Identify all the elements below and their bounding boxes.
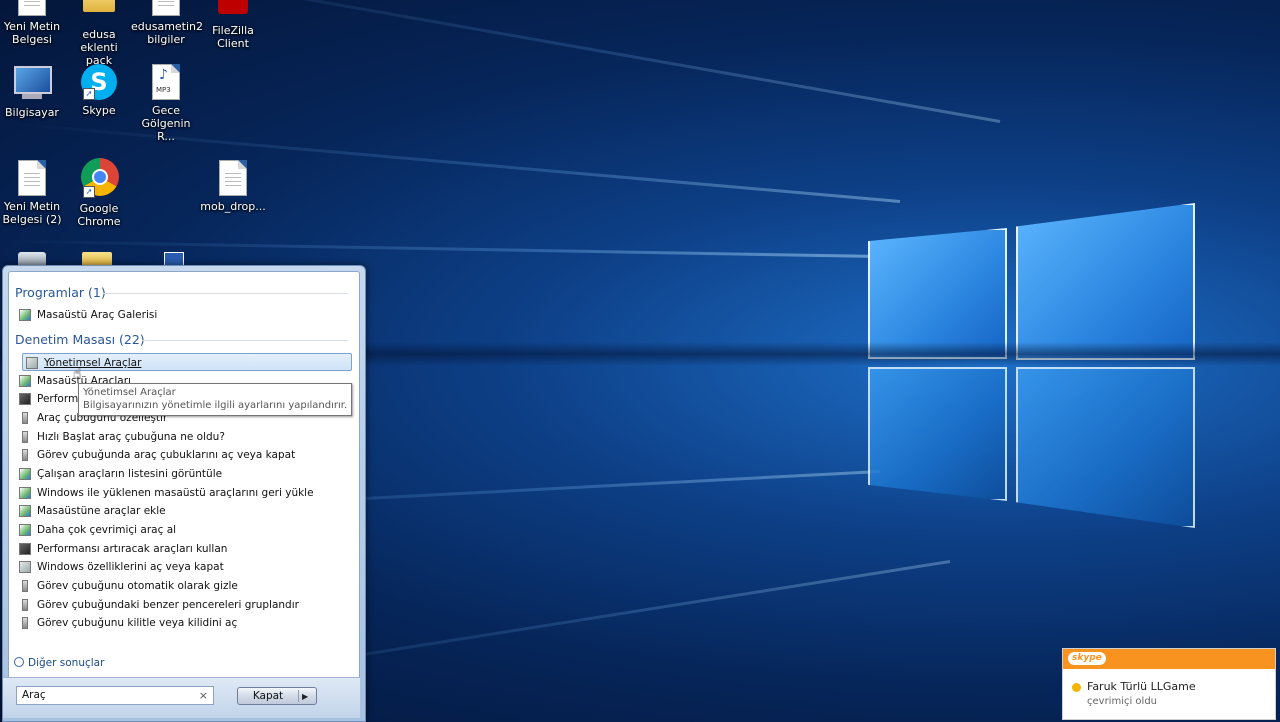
result-program[interactable]: Masaüstü Araç Galerisi (16, 306, 346, 324)
notification-header: skype (1063, 649, 1275, 669)
skype-icon: S ➚ (81, 64, 117, 100)
more-results-label: Diğer sonuçlar (28, 657, 105, 669)
taskbar-icon (22, 412, 28, 424)
chrome-icon: ➚ (81, 158, 119, 198)
taskbar-icon (22, 449, 28, 461)
desktop-icon-label: edusa eklenti pack (80, 28, 118, 67)
result-label: Windows özelliklerini aç veya kapat (37, 561, 224, 573)
tooltip-description: Bilgisayarınızın yönetimle ilgili ayarla… (83, 400, 348, 411)
result-label: Görev çubuğundaki benzer pencereleri gru… (37, 599, 299, 611)
taskbar-icon (22, 599, 28, 611)
mp3-icon: ♪ MP3 (148, 64, 184, 100)
taskbar-icon (22, 580, 28, 592)
contact-name: Faruk Türlü LLGame (1087, 680, 1196, 693)
filezilla-icon (215, 0, 251, 20)
gadgets-icon (19, 505, 31, 517)
result-label: Masaüstü Araç Galerisi (37, 309, 158, 321)
result-control-item[interactable]: Görev çubuğunda araç çubuklarını aç veya… (16, 446, 346, 464)
mouse-cursor: ☝ (73, 366, 82, 382)
gadgets-icon (19, 468, 31, 480)
gadgets-icon (19, 375, 31, 387)
result-control-item[interactable]: Windows özelliklerini aç veya kapat (16, 558, 346, 576)
admin-tools-icon (26, 357, 38, 369)
group-divider (103, 293, 348, 294)
desktop-icon-folder[interactable]: edusa eklenti pack (64, 0, 134, 67)
desktop-icon-text-file[interactable]: Yeni Metin Belgesi (2) (0, 160, 67, 226)
gadget-gallery-icon (19, 309, 31, 321)
skype-notification[interactable]: skype Faruk Türlü LLGame çevrimiçi oldu (1062, 648, 1276, 720)
gadgets-icon (19, 524, 31, 536)
group-control-panel: Denetim Masası (22) (15, 332, 145, 347)
chevron-right-icon[interactable]: ▶ (302, 688, 308, 705)
result-label: Masaüstüne araçlar ekle (37, 505, 166, 517)
desktop-icon-computer[interactable]: Bilgisayar (0, 64, 67, 119)
desktop-icon-label: FileZilla Client (212, 24, 254, 50)
tooltip: Yönetimsel Araçlar Bilgisayarınızın yöne… (78, 383, 353, 416)
folder-icon (81, 0, 117, 24)
desktop-icon-chrome[interactable]: ➚ Google Chrome (64, 158, 134, 228)
group-programs: Programlar (1) (15, 285, 106, 300)
result-label: Görev çubuğunu kilitle veya kilidini aç (37, 617, 238, 629)
gadgets-icon (19, 487, 31, 499)
performance-icon (19, 393, 31, 405)
result-label: Yönetimsel Araçlar (44, 357, 142, 369)
desktop-icon-label: Bilgisayar (5, 106, 59, 119)
result-label: Görev çubuğunu otomatik olarak gizle (37, 580, 238, 592)
programs-features-icon (19, 561, 31, 573)
result-label: Görev çubuğunda araç çubuklarını aç veya… (37, 449, 296, 461)
desktop-icon-filezilla[interactable]: FileZilla Client (198, 0, 268, 50)
skype-logo-icon: skype (1068, 652, 1106, 665)
result-label: Hızlı Başlat araç çubuğuna ne oldu? (37, 431, 225, 443)
result-label: Daha çok çevrimiçi araç al (37, 524, 177, 536)
search-input[interactable]: Araç × (16, 686, 214, 705)
result-control-item[interactable]: Görev çubuğundaki benzer pencereleri gru… (16, 596, 346, 614)
performance-icon (19, 543, 31, 555)
desktop-icon-label: edusametin2 bilgiler (131, 20, 204, 46)
text-file-icon (215, 160, 251, 196)
more-results-link[interactable]: Diğer sonuçlar (14, 656, 104, 669)
result-control-item[interactable]: Çalışan araçların listesini görüntüle (16, 465, 346, 483)
taskbar-icon (22, 617, 28, 629)
desktop-icon-text-file[interactable]: mob_drop... (198, 160, 268, 213)
desktop-icon-label: mob_drop... (200, 200, 266, 213)
text-file-icon (148, 0, 184, 16)
text-file-icon (14, 0, 50, 16)
result-label: Performansı artıracak araçları kullan (37, 543, 228, 555)
desktop-icon-label: Yeni Metin Belgesi (2) (2, 200, 62, 226)
result-control-item[interactable]: Masaüstüne araçlar ekle (16, 502, 346, 520)
clear-search-icon[interactable]: × (199, 687, 208, 704)
shutdown-label: Kapat (252, 690, 284, 702)
result-control-item[interactable]: Windows ile yüklenen masaüstü araçlarını… (16, 484, 346, 502)
shutdown-separator (298, 690, 299, 702)
desktop-icon-label: Google Chrome (77, 202, 121, 228)
result-label: Çalışan araçların listesini görüntüle (37, 468, 223, 480)
desktop-icon-label: Yeni Metin Belgesi (3, 20, 61, 46)
desktop-icon-text-file[interactable]: edusametin2 bilgiler (131, 0, 204, 46)
desktop-icon-label: Skype (82, 104, 116, 117)
taskbar-icon (22, 431, 28, 443)
desktop-icon-skype[interactable]: S ➚ Skype (64, 64, 134, 117)
desktop-icon-mp3[interactable]: ♪ MP3 Gece Gölgenin R... (131, 64, 201, 143)
folder-icon[interactable] (82, 252, 112, 266)
result-control-item[interactable]: Hızlı Başlat araç çubuğuna ne oldu? (16, 428, 346, 446)
status-away-icon (1072, 683, 1081, 692)
search-input-value: Araç (22, 689, 46, 701)
result-control-item-selected[interactable]: Yönetimsel Araçlar (22, 353, 352, 371)
text-file-icon (14, 160, 50, 196)
result-control-item[interactable]: Görev çubuğunu otomatik olarak gizle (16, 577, 346, 595)
result-control-item[interactable]: Performansı artıracak araçları kullan (16, 540, 346, 558)
tooltip-title: Yönetimsel Araçlar (83, 387, 176, 398)
recycle-bin-icon[interactable] (18, 252, 46, 266)
result-control-item[interactable]: Görev çubuğunu kilitle veya kilidini aç (16, 614, 346, 632)
result-label: Windows ile yüklenen masaüstü araçlarını… (37, 487, 314, 499)
desktop-icon-text-file[interactable]: Yeni Metin Belgesi (0, 0, 67, 46)
search-icon (14, 657, 24, 667)
desktop-icon-label: Gece Gölgenin R... (141, 104, 191, 143)
shutdown-button[interactable]: Kapat ▶ (237, 687, 317, 705)
contact-status: çevrimiçi oldu (1087, 696, 1158, 707)
group-divider (142, 340, 348, 341)
computer-icon (14, 66, 52, 102)
result-control-item[interactable]: Daha çok çevrimiçi araç al (16, 521, 346, 539)
